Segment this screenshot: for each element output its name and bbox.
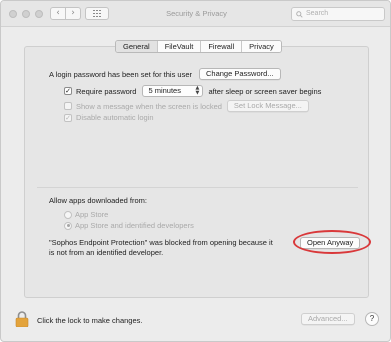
- title-bar: ‹ › Security & Privacy Search: [1, 1, 390, 27]
- login-password-text: A login password has been set for this u…: [49, 69, 192, 79]
- show-message-checkbox[interactable]: [64, 102, 72, 110]
- require-password-label: Require password: [76, 86, 137, 96]
- lock-text: Click the lock to make changes.: [37, 316, 143, 325]
- show-message-row: Show a message when the screen is locked…: [64, 100, 309, 112]
- show-message-label: Show a message when the screen is locked: [76, 101, 222, 111]
- search-icon: [296, 10, 303, 18]
- radio-app-store-label: App Store: [75, 210, 109, 219]
- lock-icon[interactable]: [15, 311, 29, 327]
- disable-auto-login-row: ✓ Disable automatic login: [64, 113, 154, 122]
- disable-auto-login-label: Disable automatic login: [76, 113, 154, 122]
- tab-bar: General FileVault Firewall Privacy: [115, 40, 282, 53]
- search-placeholder: Search: [306, 10, 329, 17]
- tab-firewall[interactable]: Firewall: [201, 41, 243, 52]
- require-password-delay-select[interactable]: 5 minutes ▲ ▼: [142, 85, 204, 97]
- blocked-message: "Sophos Endpoint Protection" was blocked…: [49, 238, 273, 258]
- select-arrows-icon: ▲ ▼: [195, 85, 200, 96]
- after-sleep-text: after sleep or screen saver begins: [208, 86, 322, 96]
- tab-general[interactable]: General: [116, 41, 158, 52]
- radio-button: [64, 221, 72, 230]
- require-password-checkbox[interactable]: ✓: [64, 87, 72, 95]
- highlight-circle: [293, 230, 371, 254]
- search-field[interactable]: Search: [291, 7, 385, 21]
- blocked-message-line1: "Sophos Endpoint Protection" was blocked…: [49, 238, 273, 247]
- radio-button: [64, 210, 72, 219]
- section-divider: [37, 187, 358, 188]
- general-panel: [24, 46, 369, 298]
- blocked-message-line2: is not from an identified developer.: [49, 248, 164, 257]
- tab-privacy[interactable]: Privacy: [242, 41, 281, 52]
- preferences-window: ‹ › Security & Privacy Search General Fi…: [0, 0, 391, 342]
- set-lock-message-button[interactable]: Set Lock Message...: [226, 100, 309, 112]
- allow-apps-heading-text: Allow apps downloaded from:: [49, 196, 147, 205]
- radio-app-store[interactable]: App Store: [64, 210, 108, 219]
- require-password-row: ✓ Require password 5 minutes ▲ ▼ after sl…: [64, 85, 321, 97]
- change-password-button[interactable]: Change Password...: [199, 68, 281, 80]
- login-password-row: A login password has been set for this u…: [49, 68, 281, 80]
- radio-app-store-identified-label: App Store and identified developers: [75, 221, 194, 230]
- tab-filevault[interactable]: FileVault: [157, 41, 202, 52]
- require-password-delay-value: 5 minutes: [148, 86, 181, 95]
- allow-apps-heading: Allow apps downloaded from:: [49, 196, 147, 205]
- help-button[interactable]: ?: [365, 312, 379, 326]
- disable-auto-login-checkbox[interactable]: ✓: [64, 113, 72, 122]
- radio-app-store-identified[interactable]: App Store and identified developers: [64, 221, 194, 230]
- advanced-button[interactable]: Advanced...: [301, 313, 355, 325]
